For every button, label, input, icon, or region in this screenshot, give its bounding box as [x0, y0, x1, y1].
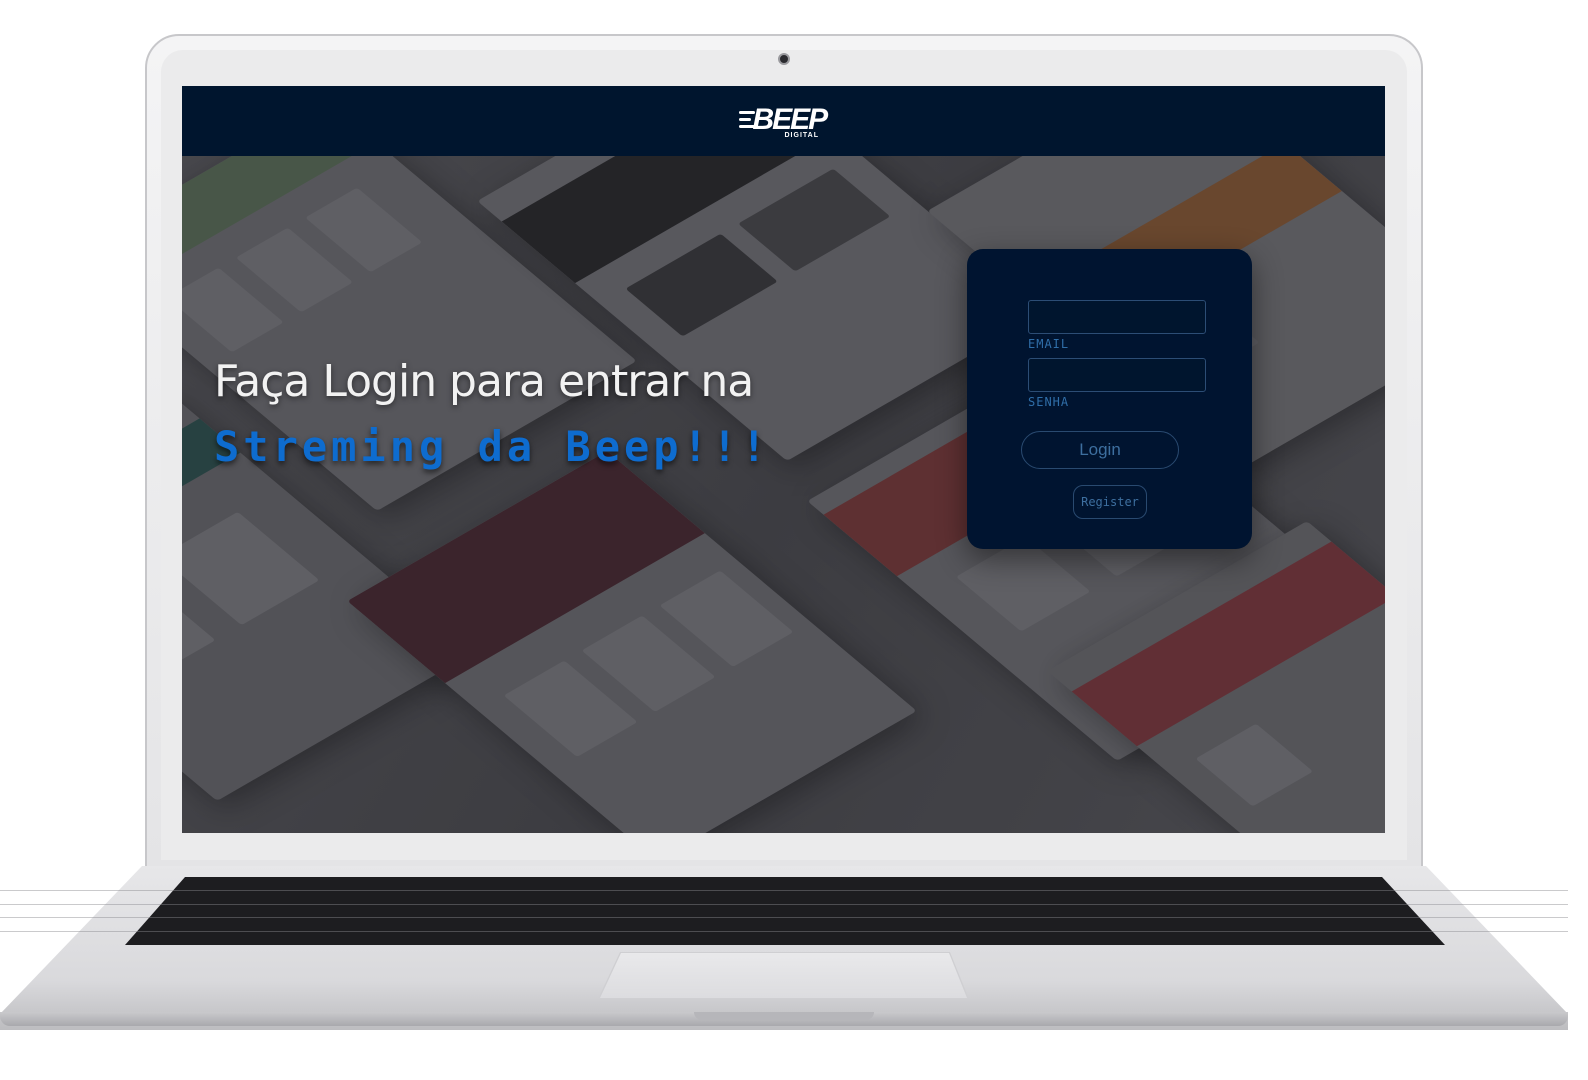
webcam-icon [778, 53, 790, 65]
login-card: EMAIL SENHA Login Register [967, 249, 1252, 549]
email-label: EMAIL [1028, 337, 1070, 351]
laptop-notch [694, 1012, 874, 1020]
hero-title: Faça Login para entrar na [214, 356, 754, 407]
register-button[interactable]: Register [1073, 485, 1147, 519]
login-button[interactable]: Login [1021, 431, 1179, 469]
hero-subtitle: Streming da Beep!!! [214, 422, 771, 471]
password-input[interactable] [1028, 358, 1206, 392]
keyboard-rows [0, 877, 1568, 945]
top-navbar: BEEP DIGITAL [182, 86, 1385, 156]
email-input[interactable] [1028, 300, 1206, 334]
beep-logo[interactable]: BEEP DIGITAL [738, 97, 829, 145]
logo-subtext: DIGITAL [784, 132, 819, 139]
screen: BEEP DIGITAL Faça Login para entrar na S… [182, 86, 1385, 833]
password-label: SENHA [1028, 395, 1070, 409]
